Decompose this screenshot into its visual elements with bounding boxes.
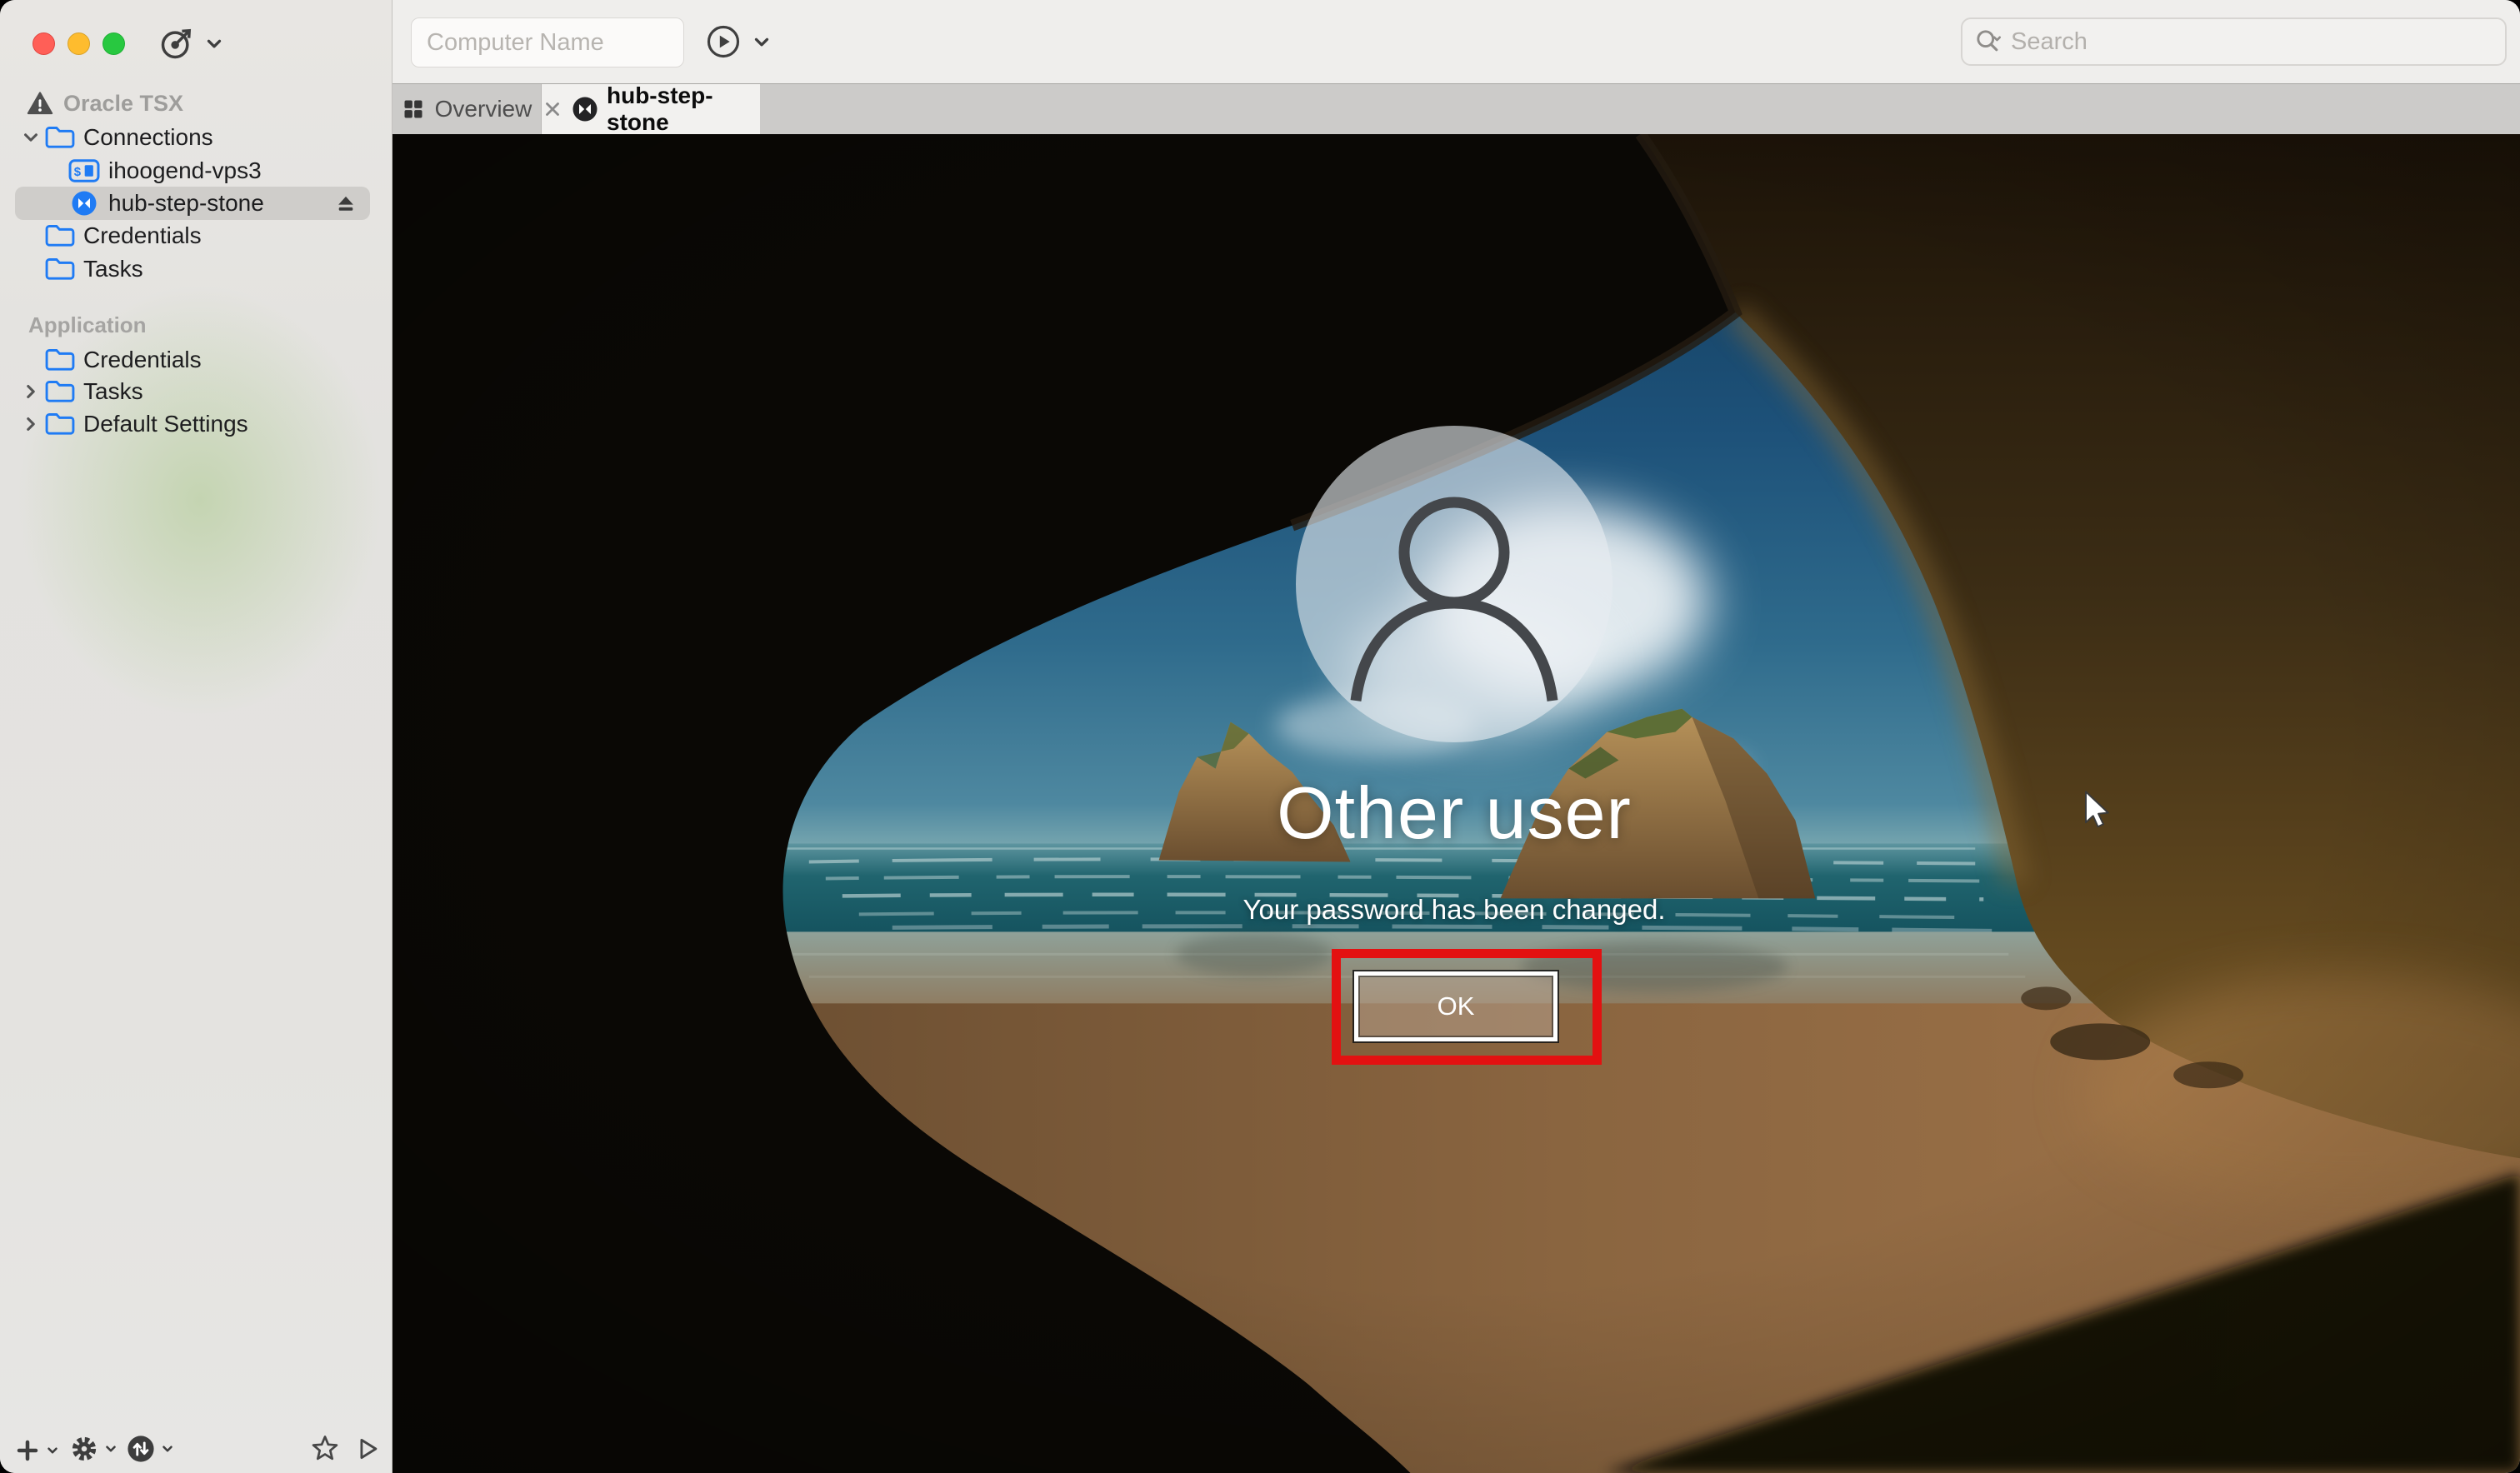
chevron-down-icon [106,1446,116,1452]
chevron-down-icon[interactable] [20,128,42,147]
folder-icon [42,412,78,437]
sidebar-item-label: ihoogend-vps3 [108,157,262,183]
tab-label: hub-step-stone [607,82,713,135]
favorites-star-button[interactable] [310,1433,340,1463]
toolbar [392,0,2520,83]
tab-overview[interactable]: Overview [392,84,542,134]
chevron-down-icon [162,1446,172,1452]
remote-session-screen[interactable]: Other user Your password has been change… [392,134,2520,1473]
computer-name-combo [411,17,684,67]
close-tab-icon[interactable] [542,98,563,120]
folder-icon [42,347,78,372]
search-field [1961,17,2507,66]
document-header[interactable]: Oracle TSX [0,87,387,120]
chevron-right-icon[interactable] [20,415,42,433]
sidebar-item-label: Connections [83,124,213,150]
transfer-status-button[interactable] [127,1435,175,1463]
user-avatar [1296,426,1612,742]
close-window-button[interactable] [32,32,55,55]
sidebar-item-ihoogend-vps3[interactable]: $ ihoogend-vps3 [0,154,387,187]
target-icon [158,25,195,62]
folder-icon [42,223,78,248]
folder-icon [42,379,78,404]
disconnect-eject-button[interactable] [335,193,357,215]
sidebar-item-label: hub-step-stone [108,190,264,216]
add-object-button[interactable] [15,1438,60,1463]
chevron-right-icon[interactable] [20,382,42,401]
mouse-cursor [2083,791,2113,832]
section-header-label: Application [28,312,147,337]
sidebar-item-hub-step-stone[interactable]: hub-step-stone [0,187,387,220]
annotation-rectangle [1332,949,1602,1065]
svg-text:$: $ [74,165,82,179]
sidebar-item-app-credentials[interactable]: Credentials [0,343,387,377]
lock-screen-user-label: Other user [1277,771,1632,854]
sidebar-item-label: Default Settings [83,411,248,437]
rdp-connection-icon [65,190,103,217]
grid-icon [402,97,425,121]
main-column: Overview hub-step-stone [392,0,2520,1473]
sidebar-item-connections[interactable]: Connections [0,121,387,154]
window-controls [32,32,125,55]
connect-play-group [706,24,772,59]
tab-label: Overview [434,96,532,122]
folder-icon [42,125,78,150]
folder-icon [42,257,78,282]
sidebar-item-credentials[interactable]: Credentials [0,219,387,252]
tab-hub-step-stone[interactable]: hub-step-stone [542,82,760,135]
sidebar-item-label: Credentials [83,222,202,248]
search-input[interactable] [2009,27,2493,57]
tab-bar: Overview hub-step-stone [392,82,2520,135]
sidebar-item-label: Tasks [83,378,143,404]
person-icon [1350,497,1558,702]
app-window: Oracle TSX Connections $ ihoogend-vps3 h… [0,0,2520,1473]
sidebar-footer-toolbar [0,1425,391,1473]
chevron-down-icon [48,1447,58,1454]
sidebar-item-tasks[interactable]: Tasks [0,252,387,286]
terminal-connection-icon: $ [65,158,103,183]
warning-icon [23,90,57,117]
dry-run-play-button[interactable] [353,1435,382,1463]
rdp-connection-icon [572,96,598,122]
ad-hoc-connect-button[interactable] [158,25,225,62]
sidebar-item-label: Credentials [83,347,202,372]
document-name: Oracle TSX [63,90,184,116]
connect-play-button[interactable] [706,24,741,59]
sidebar: Oracle TSX Connections $ ihoogend-vps3 h… [0,0,433,1473]
zoom-window-button[interactable] [102,32,125,55]
sidebar-item-app-tasks[interactable]: Tasks [0,375,387,408]
sidebar-item-label: Tasks [83,256,143,282]
chevron-down-icon[interactable] [751,31,772,52]
lock-screen-message: Your password has been changed. [1242,894,1666,925]
search-icon [1974,27,2002,56]
computer-name-input[interactable] [412,28,683,57]
minimize-window-button[interactable] [68,32,90,55]
chevron-down-icon [203,32,225,54]
settings-gear-button[interactable] [70,1435,118,1463]
application-section-header: Application [0,308,387,342]
sidebar-item-default-settings[interactable]: Default Settings [0,407,387,441]
